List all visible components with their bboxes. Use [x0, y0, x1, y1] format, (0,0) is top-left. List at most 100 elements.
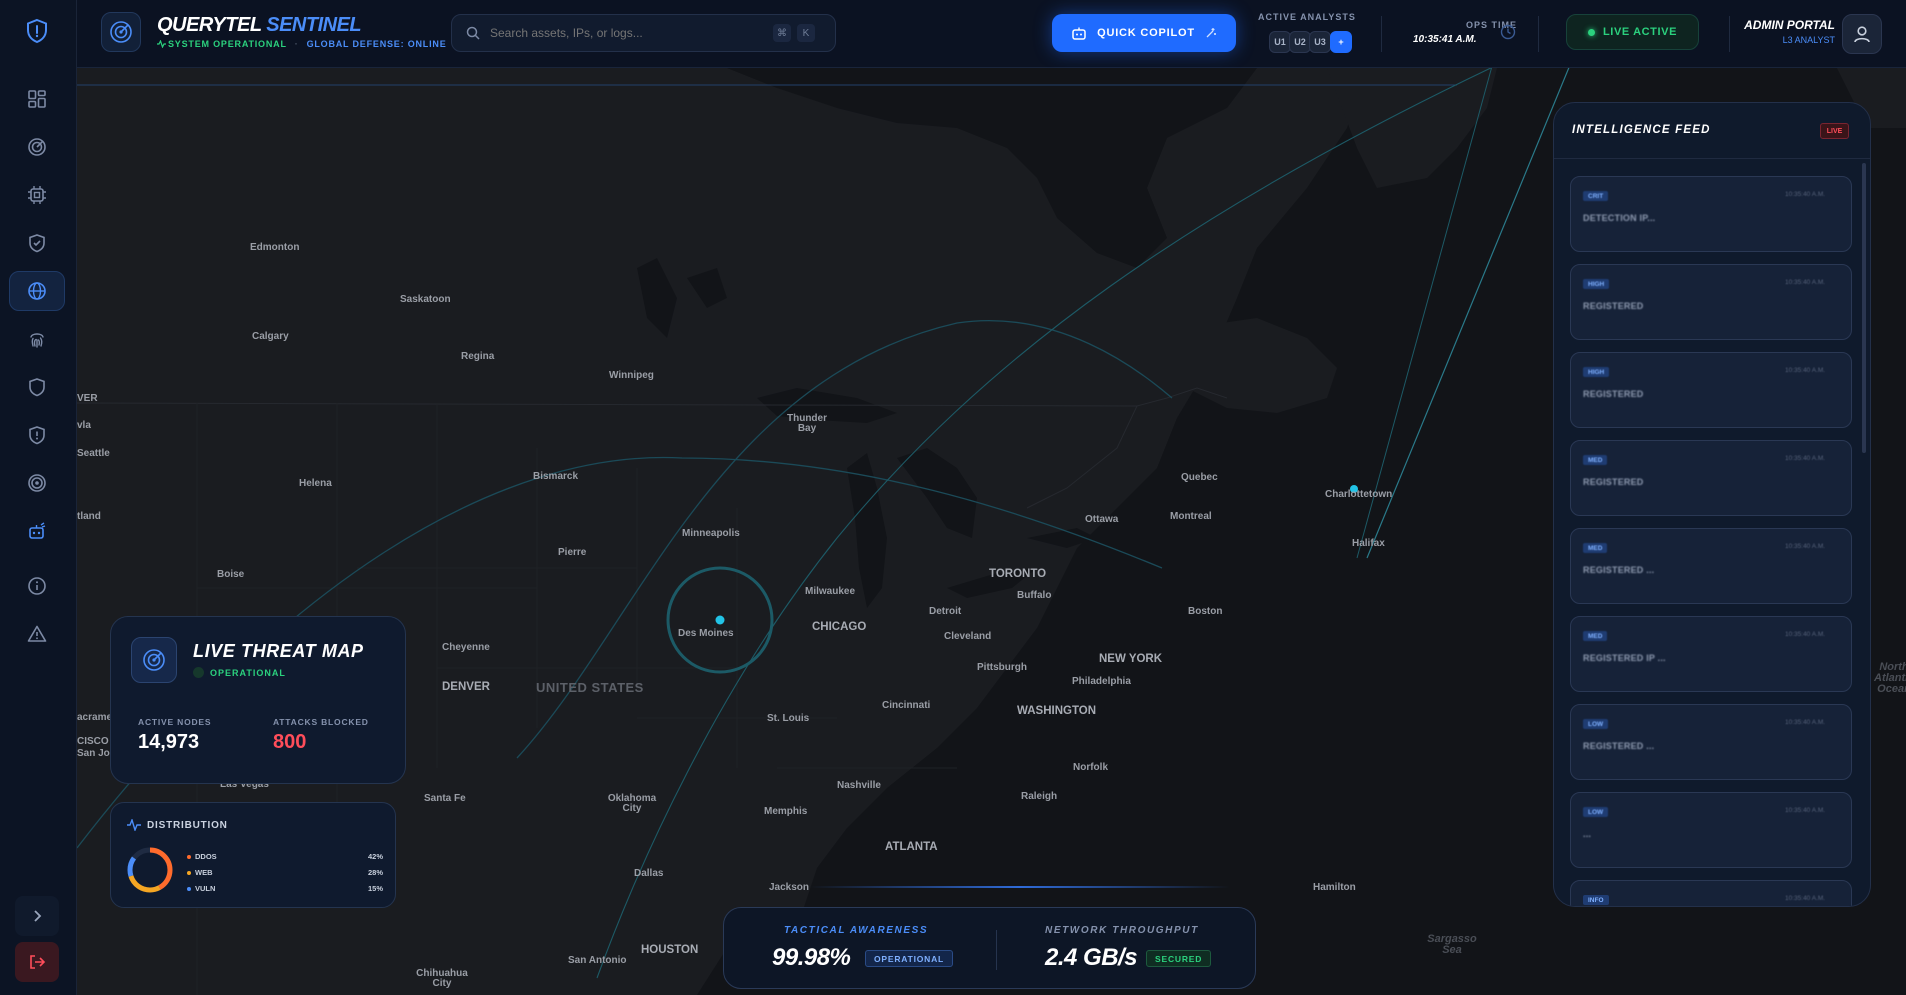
chevron-right-icon: [34, 910, 42, 922]
analyst-avatar-3[interactable]: U3: [1309, 31, 1331, 53]
live-active-label: LIVE ACTIVE: [1602, 26, 1678, 38]
header-divider: [1538, 16, 1539, 52]
feed-time: 10:35:40 A.M.: [1785, 455, 1826, 462]
sidebar-item-target[interactable]: [9, 463, 65, 503]
feed-time: 10:35:40 A.M.: [1785, 631, 1826, 638]
city-label: Jackson: [769, 882, 810, 893]
feed-item[interactable]: MED 10:35:40 A.M. REGISTERED ...: [1570, 528, 1852, 604]
activity-icon: [127, 819, 141, 831]
city-label: Thunder Bay: [787, 413, 827, 434]
analyst-avatar-1[interactable]: U1: [1269, 31, 1291, 53]
threat-map-status: OPERATIONAL: [193, 667, 286, 678]
feed-text: REGISTERED: [1583, 477, 1644, 487]
city-label: Calgary: [252, 331, 289, 342]
bot-icon: [1072, 27, 1086, 40]
live-threat-map-card: LIVE THREAT MAP OPERATIONAL ACTIVE NODES…: [110, 616, 406, 784]
feed-time: 10:35:40 A.M.: [1785, 719, 1826, 726]
feed-item[interactable]: INFO 10:35:40 A.M.: [1570, 880, 1852, 906]
feed-time: 10:35:40 A.M.: [1785, 807, 1826, 814]
feed-scrollbar[interactable]: [1862, 163, 1866, 453]
city-label: Boston: [1188, 606, 1223, 617]
legend-swatch: [187, 870, 191, 875]
city-label: Regina: [461, 351, 495, 362]
shield-logo-icon[interactable]: [22, 16, 52, 46]
brand-secondary: SENTINEL: [266, 14, 362, 36]
sidebar-item-shield[interactable]: [9, 367, 65, 407]
sidebar-item-shield-check[interactable]: [9, 223, 65, 263]
brand-radar-icon[interactable]: [101, 12, 141, 52]
sidebar-item-dashboard[interactable]: [9, 79, 65, 119]
city-label: Montreal: [1170, 511, 1212, 522]
top-header: QUERYTEL SENTINEL SYSTEM OPERATIONAL · G…: [77, 0, 1906, 68]
live-badge: LIVE: [1820, 123, 1849, 139]
feed-item[interactable]: LOW 10:35:40 A.M. REGISTERED ...: [1570, 704, 1852, 780]
city-label: HOUSTON: [641, 944, 699, 956]
feed-text: REGISTERED ...: [1583, 565, 1655, 575]
quick-copilot-button[interactable]: QUICK COPILOT: [1052, 14, 1236, 52]
logout-button[interactable]: [15, 942, 59, 982]
city-label: Nashville: [837, 780, 881, 791]
feed-item[interactable]: MED 10:35:40 A.M. REGISTERED: [1570, 440, 1852, 516]
search-bar[interactable]: ⌘ K: [451, 14, 836, 52]
feed-item[interactable]: HIGH 10:35:40 A.M. REGISTERED: [1570, 352, 1852, 428]
shield-icon: [29, 378, 45, 397]
analyst-avatar-2[interactable]: U2: [1289, 31, 1311, 53]
sparkle-icon: [1206, 28, 1216, 38]
attacks-blocked-value: 800: [273, 731, 307, 753]
feed-item[interactable]: HIGH 10:35:40 A.M. REGISTERED: [1570, 264, 1852, 340]
globe-icon: [28, 282, 46, 300]
city-label: St. Louis: [767, 713, 810, 724]
city-label: San Antonio: [568, 955, 627, 966]
ops-time-value: 10:35:41 A.M.: [1413, 34, 1477, 45]
city-label: Charlottetown: [1325, 489, 1393, 500]
severity-tag: INFO: [1583, 895, 1609, 905]
admin-role: L3 ANALYST: [1782, 35, 1835, 45]
feed-item[interactable]: LOW 10:35:40 A.M. ...: [1570, 792, 1852, 868]
active-nodes-value: 14,973: [138, 731, 200, 753]
user-avatar[interactable]: [1842, 14, 1882, 54]
sidebar-item-globe[interactable]: [9, 271, 65, 311]
search-input[interactable]: [490, 26, 750, 40]
sidebar-item-cpu[interactable]: [9, 175, 65, 215]
feed-item[interactable]: MED 10:35:40 A.M. REGISTERED IP ...: [1570, 616, 1852, 692]
city-label: Buffalo: [1017, 590, 1052, 601]
fingerprint-icon: [30, 333, 44, 348]
sidebar-item-info[interactable]: [9, 566, 65, 606]
city-label: Bismarck: [533, 471, 579, 482]
sidebar-expand-button[interactable]: [15, 896, 59, 936]
sidebar-item-radar[interactable]: [9, 127, 65, 167]
city-label: Santa Fe: [424, 793, 466, 804]
shield-alert-icon: [29, 426, 45, 445]
severity-tag: MED: [1583, 631, 1608, 641]
intelligence-feed-panel[interactable]: INTELLIGENCE FEED LIVE CRIT 10:35:40 A.M…: [1553, 102, 1871, 907]
feed-text: REGISTERED IP ...: [1583, 653, 1666, 663]
kbd-k: K: [797, 24, 815, 42]
chip-icon: [28, 186, 46, 204]
legend-swatch: [187, 854, 191, 859]
system-status: SYSTEM OPERATIONAL: [157, 39, 287, 49]
sidebar-item-bot[interactable]: [9, 511, 65, 551]
feed-item[interactable]: CRIT 10:35:40 A.M. DETECTION IP...: [1570, 176, 1852, 252]
severity-tag: HIGH: [1583, 279, 1610, 289]
feed-time: 10:35:40 A.M.: [1785, 191, 1826, 198]
sidebar-item-alert[interactable]: [9, 614, 65, 654]
severity-tag: MED: [1583, 543, 1608, 553]
grid-icon: [28, 90, 46, 108]
alert-triangle-icon: [27, 625, 47, 642]
metrics-glow: [810, 886, 1230, 888]
edge-label: VER: [77, 393, 98, 404]
sidebar-item-fingerprint[interactable]: [9, 319, 65, 359]
city-label: TORONTO: [989, 568, 1047, 580]
live-active-status[interactable]: LIVE ACTIVE: [1566, 14, 1699, 50]
city-label: Oklahoma City: [607, 793, 657, 814]
admin-portal-title: ADMIN PORTAL: [1744, 18, 1835, 32]
country-label: UNITED STATES: [536, 680, 644, 695]
target-icon: [28, 474, 46, 492]
radar-icon: [28, 138, 46, 156]
sidebar-item-shield-alert[interactable]: [9, 415, 65, 455]
city-label: Chihuahua City: [416, 968, 468, 989]
add-analyst-button[interactable]: +: [1330, 31, 1352, 53]
city-label: Pierre: [558, 547, 587, 558]
brand-status: SYSTEM OPERATIONAL · GLOBAL DEFENSE: ONL…: [157, 39, 447, 49]
radar-icon: [131, 637, 177, 683]
